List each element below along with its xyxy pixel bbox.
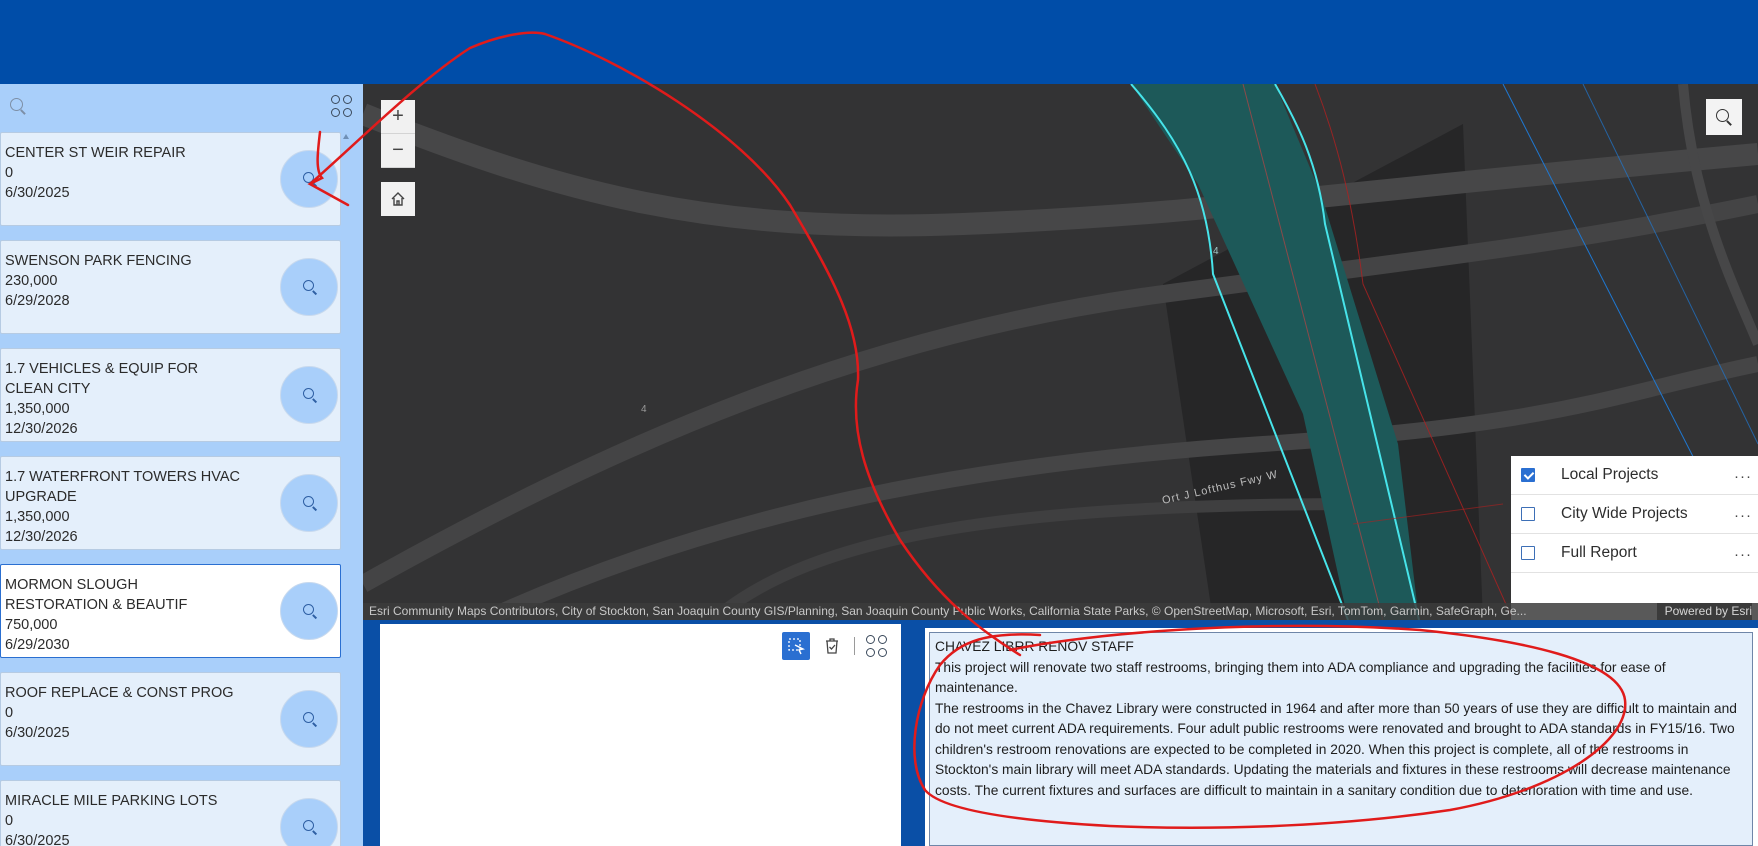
powered-by-esri[interactable]: Powered by Esri [1656, 603, 1752, 620]
project-title: SWENSON PARK FENCING [5, 253, 192, 269]
zoom-to-project-button[interactable] [280, 690, 338, 748]
project-card[interactable]: SWENSON PARK FENCING 230,000 6/29/2028 [0, 240, 341, 334]
project-title: 1.7 WATERFRONT TOWERS HVAC UPGRADE [5, 469, 240, 505]
scroll-up-arrow-icon[interactable] [343, 134, 349, 139]
trash-check-icon [826, 638, 838, 654]
layer-item-local-projects[interactable]: Local Projects ··· [1511, 456, 1758, 495]
layer-menu-icon[interactable]: ··· [1734, 468, 1752, 485]
project-amount: 230,000 [5, 273, 58, 289]
magnifier-icon [303, 712, 314, 723]
zoom-to-project-button[interactable] [280, 258, 338, 316]
project-title: MORMON SLOUGH RESTORATION & BEAUTIF [5, 577, 188, 613]
project-date: 6/30/2025 [5, 185, 70, 201]
magnifier-icon [303, 172, 314, 183]
project-card[interactable]: MIRACLE MILE PARKING LOTS 0 6/30/2025 [0, 780, 341, 846]
zoom-to-project-button[interactable] [280, 474, 338, 532]
project-amount: 750,000 [5, 617, 58, 633]
project-card-list: CENTER ST WEIR REPAIR 0 6/30/2025 SWENSO… [0, 132, 342, 846]
app-window: CENTER ST WEIR REPAIR 0 6/30/2025 SWENSO… [0, 0, 1758, 846]
project-date: 12/30/2026 [5, 529, 78, 545]
project-detail-panel: CHAVEZ LIBRR RENOV STAFF This project wi… [925, 628, 1758, 846]
zoom-controls: + − [381, 100, 415, 168]
magnifier-icon [303, 820, 314, 831]
layer-label: Full Report [1561, 544, 1637, 561]
layer-label: Local Projects [1561, 466, 1659, 483]
project-amount: 0 [5, 705, 14, 721]
project-amount: 1,350,000 [5, 401, 70, 417]
project-title: 1.7 VEHICLES & EQUIP FOR CLEAN CITY [5, 361, 199, 397]
options-grid-icon [866, 635, 888, 657]
bottom-area: CHAVEZ LIBRR RENOV STAFF This project wi… [363, 620, 1758, 846]
zoom-in-button[interactable]: + [381, 100, 415, 134]
project-amount: 0 [5, 165, 14, 181]
project-amount: 1,350,000 [5, 509, 70, 525]
panel-options-button[interactable] [863, 632, 891, 660]
layer-menu-icon[interactable]: ··· [1734, 507, 1752, 524]
project-card[interactable]: 1.7 WATERFRONT TOWERS HVAC UPGRADE 1,350… [0, 456, 341, 550]
layer-item-full-report[interactable]: Full Report ··· [1511, 534, 1758, 573]
layer-menu-icon[interactable]: ··· [1734, 546, 1752, 563]
layer-list: Local Projects ··· City Wide Projects ··… [1511, 456, 1758, 620]
project-date: 6/30/2025 [5, 725, 70, 741]
select-by-rectangle-button[interactable] [782, 632, 810, 660]
home-icon [391, 192, 405, 206]
layer-label: City Wide Projects [1561, 505, 1688, 522]
project-card-selected[interactable]: MORMON SLOUGH RESTORATION & BEAUTIF 750,… [0, 564, 341, 658]
search-icon [1715, 108, 1733, 126]
project-date: 6/29/2030 [5, 637, 70, 653]
magnifier-icon [303, 280, 314, 291]
selection-panel [380, 624, 901, 846]
clear-selection-button[interactable] [818, 632, 846, 660]
toolbar-separator [854, 637, 855, 655]
zoom-to-project-button[interactable] [280, 150, 338, 208]
map-view[interactable]: Ort J Lofthus Fwy W 4 4 + − Local Projec… [363, 84, 1758, 620]
detail-paragraph: This project will renovate two staff res… [935, 659, 1666, 696]
magnifier-icon [303, 388, 314, 399]
magnifier-icon [303, 604, 314, 615]
project-title: MIRACLE MILE PARKING LOTS [5, 793, 218, 809]
layer-checkbox[interactable] [1521, 468, 1535, 482]
detail-paragraph: The restrooms in the Chavez Library were… [935, 700, 1737, 798]
app-header [0, 0, 1758, 84]
route-marker: 4 [641, 404, 647, 415]
project-date: 6/29/2028 [5, 293, 70, 309]
project-date: 12/30/2026 [5, 421, 78, 437]
project-title: CENTER ST WEIR REPAIR [5, 145, 186, 161]
detail-title: CHAVEZ LIBRR RENOV STAFF [935, 639, 1134, 654]
map-search-button[interactable] [1706, 99, 1742, 135]
route-marker: 4 [1213, 246, 1219, 257]
search-icon[interactable] [8, 96, 28, 116]
zoom-to-project-button[interactable] [280, 798, 338, 846]
magnifier-icon [303, 496, 314, 507]
project-title: ROOF REPLACE & CONST PROG [5, 685, 234, 701]
zoom-out-button[interactable]: − [381, 134, 415, 168]
project-description: CHAVEZ LIBRR RENOV STAFF This project wi… [929, 632, 1753, 846]
list-search-bar[interactable] [0, 84, 363, 128]
list-options-icon[interactable] [331, 95, 353, 117]
layer-item-city-wide-projects[interactable]: City Wide Projects ··· [1511, 495, 1758, 534]
project-date: 6/30/2025 [5, 833, 70, 846]
select-icon [788, 638, 805, 655]
zoom-to-project-button[interactable] [280, 582, 338, 640]
selection-toolbar [782, 632, 891, 660]
layer-checkbox[interactable] [1521, 507, 1535, 521]
project-list-panel: CENTER ST WEIR REPAIR 0 6/30/2025 SWENSO… [0, 84, 363, 846]
zoom-to-project-button[interactable] [280, 366, 338, 424]
home-button[interactable] [381, 182, 415, 216]
map-attribution: Esri Community Maps Contributors, City o… [363, 603, 1758, 620]
project-amount: 0 [5, 813, 14, 829]
layer-checkbox[interactable] [1521, 546, 1535, 560]
attribution-text: Esri Community Maps Contributors, City o… [369, 604, 1527, 618]
project-card[interactable]: CENTER ST WEIR REPAIR 0 6/30/2025 [0, 132, 341, 226]
project-card[interactable]: 1.7 VEHICLES & EQUIP FOR CLEAN CITY 1,35… [0, 348, 341, 442]
project-card[interactable]: ROOF REPLACE & CONST PROG 0 6/30/2025 [0, 672, 341, 766]
